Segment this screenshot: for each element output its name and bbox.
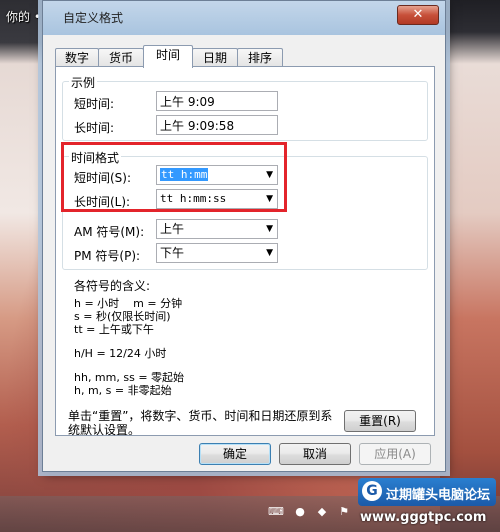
tab-date[interactable]: 日期 <box>192 48 238 67</box>
tab-sort[interactable]: 排序 <box>237 48 283 67</box>
am-symbol-label: AM 符号(M): <box>74 225 145 239</box>
forum-badge: G 过期罐头电脑论坛 <box>358 478 496 506</box>
pm-symbol-value: 下午 <box>160 246 185 260</box>
symbol-meaning-line: s = 秒(仅限长时间) <box>74 310 171 323</box>
close-icon: ✕ <box>412 7 424 22</box>
symbol-meaning-line: h = 小时 m = 分钟 <box>74 297 183 310</box>
dropdown-arrow-icon[interactable]: ▼ <box>266 166 273 184</box>
flag-icon[interactable]: ⚑ <box>336 505 352 519</box>
close-button[interactable]: ✕ <box>397 5 439 25</box>
pm-symbol-combo[interactable]: 下午 ▼ <box>156 243 278 263</box>
cancel-button[interactable]: 取消 <box>279 443 351 465</box>
tab-currency[interactable]: 货币 <box>98 48 144 67</box>
tab-time[interactable]: 时间 <box>143 45 193 68</box>
dialog-title: 自定义格式 <box>63 11 124 25</box>
symbol-meaning-line: h, m, s = 非零起始 <box>74 384 172 397</box>
tab-number[interactable]: 数字 <box>55 48 99 67</box>
shield-icon[interactable]: ◆ <box>314 505 330 519</box>
sample-short-value: 上午 9:09 <box>156 91 278 111</box>
sample-legend: 示例 <box>69 74 98 91</box>
dropdown-arrow-icon[interactable]: ▼ <box>266 220 273 238</box>
dropdown-arrow-icon[interactable]: ▼ <box>266 244 273 262</box>
qq-penguin-icon[interactable]: ● <box>292 505 308 519</box>
long-time-format-label: 长时间(L): <box>74 195 131 209</box>
reset-button[interactable]: 重置(R) <box>344 410 416 432</box>
keyboard-icon[interactable]: ⌨ <box>268 505 284 519</box>
symbol-meaning-heading: 各符号的含义: <box>74 279 151 293</box>
apply-button[interactable]: 应用(A) <box>359 443 431 465</box>
desktop-right-strip <box>440 0 500 532</box>
am-symbol-combo[interactable]: 上午 ▼ <box>156 219 278 239</box>
dropdown-arrow-icon[interactable]: ▼ <box>266 190 273 208</box>
short-time-format-label: 短时间(S): <box>74 171 132 185</box>
reset-note: 单击“重置”，将数字、货币、时间和日期还原到系统默认设置。 <box>68 409 333 437</box>
am-symbol-value: 上午 <box>160 222 185 236</box>
time-tab-panel: 示例 短时间: 上午 9:09 长时间: 上午 9:09:58 时间格式 短时间… <box>55 66 435 437</box>
short-time-format-value: tt h:mm <box>160 168 209 181</box>
sample-long-value: 上午 9:09:58 <box>156 115 278 135</box>
sample-long-label: 长时间: <box>74 121 115 135</box>
symbol-meaning-line: hh, mm, ss = 零起始 <box>74 371 185 384</box>
forum-logo-icon: G <box>362 481 382 501</box>
custom-format-dialog: 自定义格式 ✕ 数字 货币 时间 日期 排序 示例 短时间: 上午 9:09 长… <box>42 0 446 472</box>
ok-button[interactable]: 确定 <box>199 443 271 465</box>
long-time-format-value: tt h:mm:ss <box>160 192 227 205</box>
forum-name: 过期罐头电脑论坛 <box>386 488 491 503</box>
site-url: www.gggtpc.com <box>360 510 487 525</box>
symbol-meaning-line: tt = 上午或下午 <box>74 323 154 336</box>
title-bar[interactable]: 自定义格式 ✕ <box>43 1 445 35</box>
pm-symbol-label: PM 符号(P): <box>74 249 141 263</box>
symbol-meaning-line: h/H = 12/24 小时 <box>74 347 167 360</box>
short-time-format-combo[interactable]: tt h:mm ▼ <box>156 165 278 185</box>
time-format-legend: 时间格式 <box>69 149 122 166</box>
long-time-format-combo[interactable]: tt h:mm:ss ▼ <box>156 189 278 209</box>
sample-short-label: 短时间: <box>74 97 115 111</box>
